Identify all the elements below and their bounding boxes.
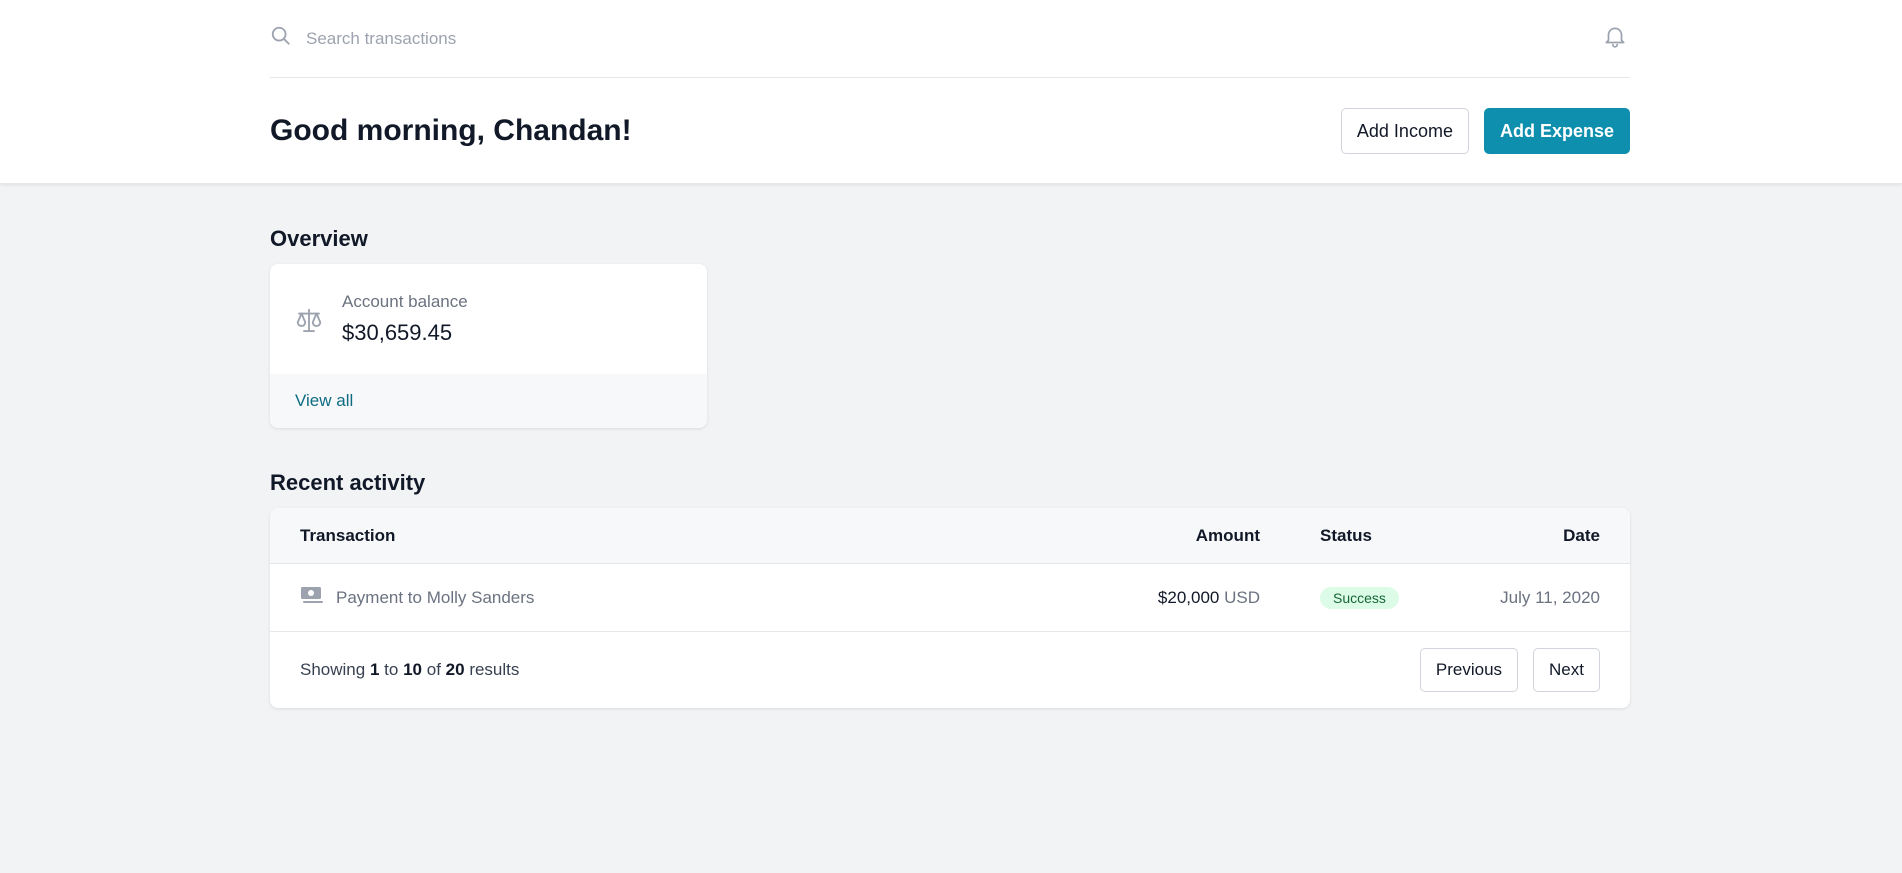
add-income-button[interactable]: Add Income	[1340, 108, 1469, 154]
next-page-button[interactable]: Next	[1533, 648, 1600, 692]
transaction-date: July 11, 2020	[1500, 587, 1600, 607]
search-icon	[270, 25, 292, 52]
pagination-of-text: of	[426, 660, 441, 679]
pagination-showing-text: Showing	[300, 660, 366, 679]
pagination-results-text: results	[469, 660, 520, 679]
top-bar	[270, 0, 1630, 78]
column-amount: Amount	[1195, 525, 1260, 545]
account-balance-label: Account balance	[342, 292, 468, 311]
add-expense-button[interactable]: Add Expense	[1483, 108, 1630, 154]
pagination-summary: Showing 1 to 10 of 20 results	[300, 660, 519, 680]
pagination-total: 20	[445, 660, 465, 679]
transaction-currency: USD	[1224, 587, 1260, 607]
cash-icon	[300, 585, 324, 610]
overview-title: Overview	[270, 226, 368, 251]
pagination-to: 10	[403, 660, 422, 679]
transaction-name[interactable]: Payment to Molly Sanders	[336, 588, 534, 608]
pagination-to-text: to	[384, 660, 399, 679]
scale-icon	[294, 306, 324, 341]
account-balance-value: $30,659.45	[342, 320, 453, 345]
recent-activity-title: Recent activity	[270, 470, 426, 495]
column-status: Status	[1320, 525, 1372, 545]
table-row[interactable]: Payment to Molly Sanders $20,000 USD Suc…	[270, 564, 1630, 632]
bell-icon	[1602, 23, 1628, 54]
page-header: Good morning, Chandan! Add Income Add Ex…	[0, 0, 1902, 184]
view-all-link[interactable]: View all	[295, 391, 353, 411]
activity-table: Transaction Amount Status Date Payment t…	[270, 508, 1630, 708]
transaction-amount: $20,000	[1157, 587, 1220, 607]
notifications-button[interactable]	[1600, 24, 1630, 54]
column-date: Date	[1563, 525, 1600, 545]
column-transaction: Transaction	[300, 525, 396, 545]
search-input[interactable]	[306, 28, 706, 49]
search-bar	[270, 25, 706, 52]
status-badge: Success	[1320, 586, 1399, 609]
pagination-from: 1	[369, 660, 380, 679]
pagination: Showing 1 to 10 of 20 results Previous N…	[270, 632, 1630, 708]
page-title: Good morning, Chandan!	[270, 114, 632, 147]
previous-page-button[interactable]: Previous	[1419, 648, 1519, 692]
account-balance-card: Account balance $30,659.45 View all	[270, 264, 707, 428]
table-header: Transaction Amount Status Date	[270, 508, 1630, 564]
